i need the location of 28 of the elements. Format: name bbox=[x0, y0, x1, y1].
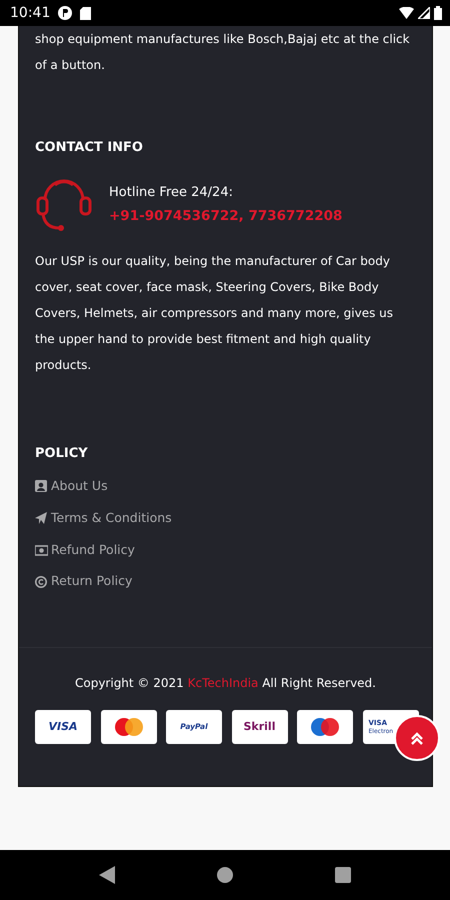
policy-link[interactable]: Terms & Conditions bbox=[35, 508, 172, 528]
paper-plane-icon bbox=[35, 512, 48, 524]
app-notification-icon bbox=[58, 6, 72, 20]
section-heading: CONTACT INFO bbox=[35, 139, 144, 157]
status-time: 10:41 bbox=[10, 4, 50, 22]
person-icon bbox=[35, 480, 48, 492]
overlapping-circles-icon bbox=[114, 718, 144, 736]
copyright-icon bbox=[35, 576, 48, 588]
policy-link[interactable]: About Us bbox=[35, 477, 108, 496]
signal-icon bbox=[418, 7, 430, 19]
policy-link[interactable]: Return Policy bbox=[35, 572, 132, 591]
copyright-text: Copyright © 2021 KcTechIndia All Right Reserved. bbox=[74, 675, 377, 692]
double-chevron-up-icon bbox=[409, 730, 425, 746]
home-icon[interactable] bbox=[217, 867, 233, 883]
hotline-label: Hotline Free 24/24: bbox=[109, 184, 234, 202]
wifi-icon bbox=[399, 7, 414, 19]
payment-card: VISA bbox=[35, 710, 91, 744]
sd-card-icon bbox=[80, 6, 92, 20]
overlapping-circles-icon bbox=[310, 718, 340, 736]
battery-icon bbox=[434, 6, 442, 20]
back-icon[interactable] bbox=[99, 866, 115, 884]
section-heading: POLICY bbox=[35, 444, 89, 462]
policy-link[interactable]: Refund Policy bbox=[35, 540, 135, 560]
description-text: Our USP is our quality, being the manufacturer of Car body cover, seat cover, face mask, Steering Covers, Bike Body Covers, Helmets, air compressors and many more, gives us the upper hand to provide best fitment and high quality products. bbox=[35, 252, 394, 374]
intro-text: shop equipment manufactures like Bosch,Bajaj etc at the click of a button. bbox=[35, 31, 411, 74]
payment-card: Skrill bbox=[232, 710, 288, 744]
phone-numbers: +91-9074536722, 7736772208 bbox=[109, 207, 342, 226]
banknote-icon bbox=[35, 544, 48, 556]
